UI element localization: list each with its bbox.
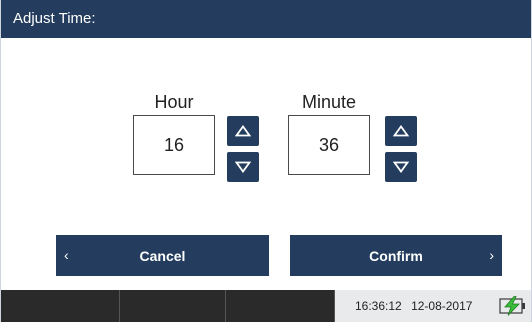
title-bar: Adjust Time: <box>1 0 531 38</box>
hour-down-button[interactable] <box>227 152 259 182</box>
status-bar: 16:36:12 12-08-2017 <box>1 290 531 322</box>
cancel-button-label: Cancel <box>139 247 186 264</box>
clock-date: 12-08-2017 <box>411 299 473 313</box>
status-slot-3[interactable] <box>226 290 335 322</box>
hour-up-button[interactable] <box>227 116 259 146</box>
triangle-up-icon <box>235 125 251 137</box>
chevron-left-icon: ‹ <box>64 247 69 263</box>
status-slot-1[interactable] <box>1 290 120 322</box>
minute-label: Minute <box>301 92 357 112</box>
status-slot-2[interactable] <box>120 290 226 322</box>
clock-datetime: 16:36:12 12-08-2017 <box>355 290 472 322</box>
clock-display: 16:36:12 12-08-2017 <box>335 290 531 322</box>
cancel-button[interactable]: ‹ Cancel <box>56 235 269 276</box>
confirm-button[interactable]: Confirm › <box>290 235 502 276</box>
minute-value: 36 <box>318 134 340 155</box>
hour-value-field[interactable]: 16 <box>133 115 215 175</box>
power-charging-icon <box>499 296 525 316</box>
triangle-down-icon <box>235 161 251 173</box>
hour-value: 16 <box>163 134 185 155</box>
minute-up-button[interactable] <box>385 116 417 146</box>
minute-value-field[interactable]: 36 <box>288 115 370 175</box>
page-title: Adjust Time: <box>13 10 96 27</box>
minute-down-button[interactable] <box>385 152 417 182</box>
adjust-time-screen: Adjust Time: Hour 16 Minute 36 ‹ Cancel … <box>0 0 532 322</box>
hour-label: Hour <box>154 92 194 112</box>
triangle-down-icon <box>393 161 409 173</box>
clock-time: 16:36:12 <box>355 299 402 313</box>
confirm-button-label: Confirm <box>369 247 423 264</box>
chevron-right-icon: › <box>489 247 494 263</box>
triangle-up-icon <box>393 125 409 137</box>
